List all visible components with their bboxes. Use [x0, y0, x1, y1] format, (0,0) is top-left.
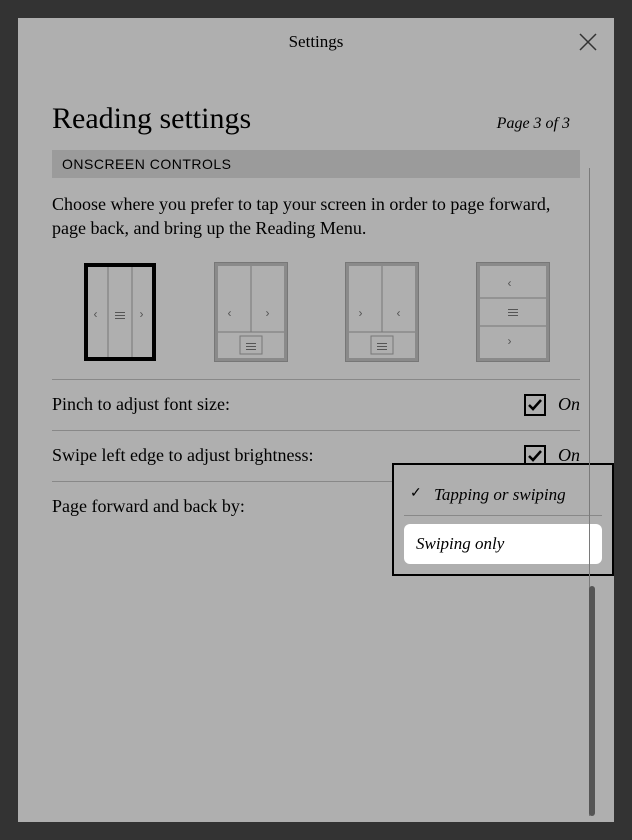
titlebar: Settings	[18, 18, 614, 66]
menu-icon	[377, 343, 387, 351]
option-pinch-state: On	[558, 394, 580, 415]
menu-icon	[246, 343, 256, 351]
menu-icon	[115, 312, 125, 320]
close-icon	[576, 30, 600, 54]
section-header: ONSCREEN CONTROLS	[52, 150, 580, 178]
option-page-method-label: Page forward and back by:	[52, 496, 245, 517]
layout-option-3[interactable]: › ‹	[346, 263, 418, 361]
option-pinch-toggle[interactable]: On	[524, 394, 580, 416]
close-button[interactable]	[576, 30, 600, 54]
settings-panel: Settings Reading settings Page 3 of 3 ON…	[18, 18, 614, 822]
menu-icon	[508, 309, 518, 317]
scrollbar-thumb[interactable]	[589, 586, 595, 816]
page-heading: Reading settings	[52, 102, 251, 136]
heading-row: Reading settings Page 3 of 3	[52, 102, 570, 136]
checkbox-checked-icon	[524, 394, 546, 416]
titlebar-title: Settings	[289, 32, 344, 52]
layout-option-4[interactable]: ‹ ›	[477, 263, 549, 361]
instruction-text: Choose where you prefer to tap your scre…	[52, 192, 580, 241]
option-swipe-brightness-label: Swipe left edge to adjust brightness:	[52, 445, 313, 466]
layout-option-2[interactable]: ‹ ›	[215, 263, 287, 361]
option-pinch: Pinch to adjust font size: On	[52, 379, 580, 430]
page-method-dropdown: Tapping or swiping Swiping only	[392, 463, 614, 576]
option-pinch-label: Pinch to adjust font size:	[52, 394, 230, 415]
page-indicator: Page 3 of 3	[497, 115, 570, 133]
dropdown-item-swiping-only[interactable]: Swiping only	[404, 524, 602, 564]
dropdown-separator	[404, 515, 602, 516]
layout-options: ‹ › ‹ › › ‹ ‹ ›	[52, 263, 580, 361]
dropdown-item-tapping-or-swiping[interactable]: Tapping or swiping	[404, 475, 602, 515]
layout-option-1[interactable]: ‹ ›	[84, 263, 156, 361]
